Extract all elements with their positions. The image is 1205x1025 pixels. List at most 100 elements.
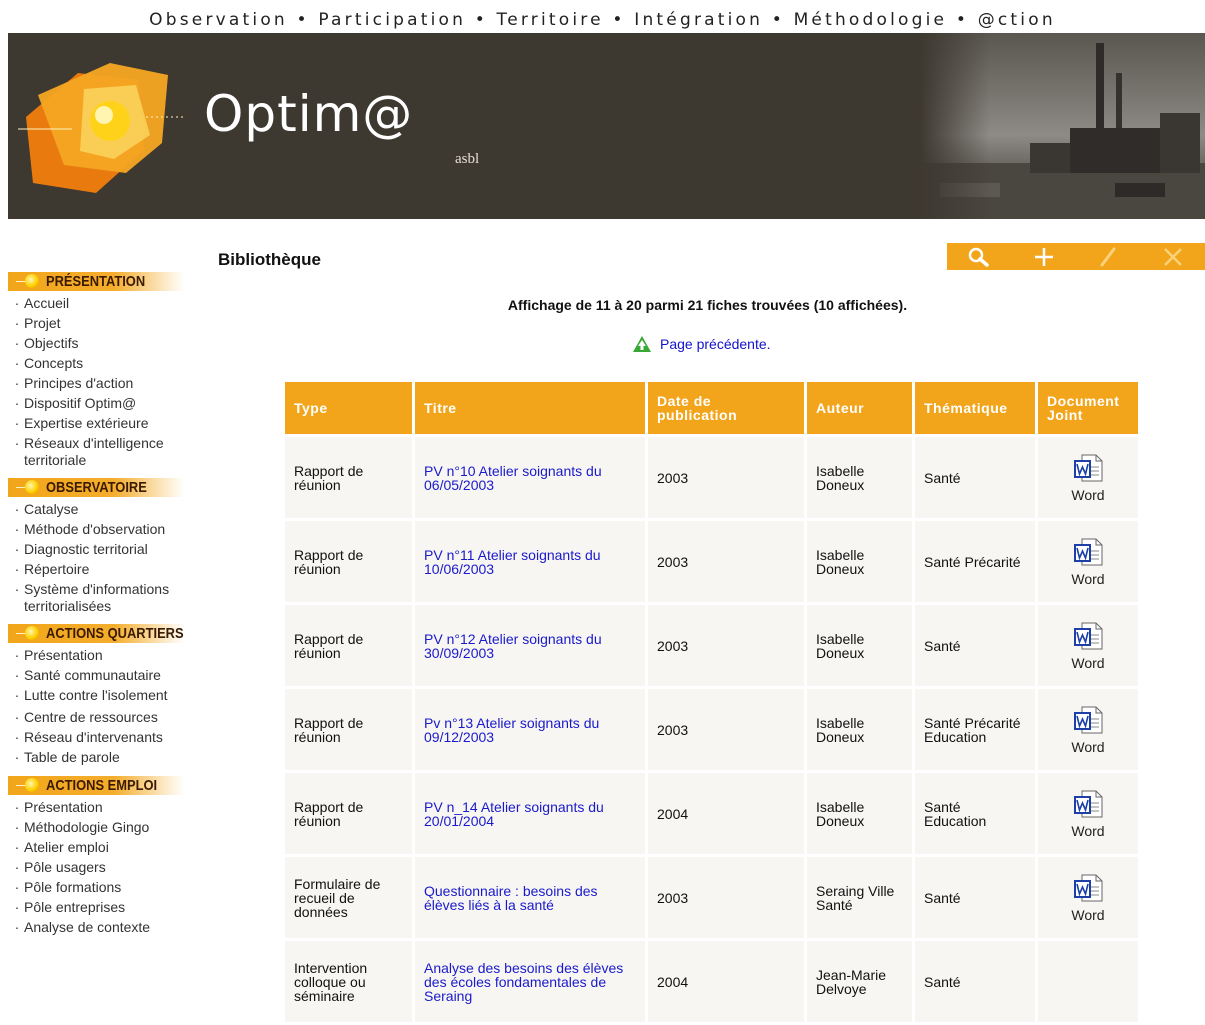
document-type-label[interactable]: Word: [1071, 572, 1104, 586]
cell-author: Isabelle Doneux: [807, 521, 912, 602]
cell-date: 2003: [648, 521, 804, 602]
sidebar-item[interactable]: ·Objectifs: [8, 333, 208, 353]
word-document-link[interactable]: Word: [1047, 454, 1129, 502]
sidebar-item-label[interactable]: Réseau d'intervenants: [24, 729, 163, 745]
bullet: ·: [10, 707, 24, 727]
cell-title-link[interactable]: Analyse des besoins des élèves des école…: [415, 941, 645, 1022]
column-header-theme[interactable]: Thématique: [915, 382, 1035, 434]
sidebar-item[interactable]: ·Réseau d'intervenants: [8, 727, 208, 747]
column-header-author[interactable]: Auteur: [807, 382, 912, 434]
sidebar-item-label[interactable]: Répertoire: [24, 561, 89, 577]
sidebar-item[interactable]: ·Présentation: [8, 645, 208, 665]
sidebar-item-label[interactable]: Expertise extérieure: [24, 415, 149, 431]
sidebar-item-label[interactable]: Méthodologie Gingo: [24, 819, 149, 835]
sidebar-item[interactable]: ·Méthode d'observation: [8, 519, 208, 539]
word-document-link[interactable]: Word: [1047, 706, 1129, 754]
sidebar-item[interactable]: ·Pôle usagers: [8, 857, 208, 877]
sidebar-item[interactable]: ·Expertise extérieure: [8, 413, 208, 433]
sidebar-menu: ·Présentation·Méthodologie Gingo·Atelier…: [8, 797, 208, 937]
sidebar-item-label[interactable]: Catalyse: [24, 501, 78, 517]
sidebar-item[interactable]: ·Centre de ressources: [8, 707, 208, 727]
sidebar-item-label[interactable]: Lutte contre l'isolement: [24, 687, 168, 703]
sidebar-item[interactable]: ·Réseaux d'intelligence territoriale: [8, 433, 208, 469]
sidebar-item-label[interactable]: Analyse de contexte: [24, 919, 150, 935]
nav-link-m-thodologie[interactable]: Méthodologie: [794, 10, 948, 30]
sidebar-item-label[interactable]: Présentation: [24, 799, 103, 815]
sidebar-item[interactable]: ·Principes d'action: [8, 373, 208, 393]
sidebar-item[interactable]: ·Accueil: [8, 293, 208, 313]
document-type-label[interactable]: Word: [1071, 488, 1104, 502]
nav-link-observation[interactable]: Observation: [149, 10, 288, 30]
sidebar-item-label[interactable]: Objectifs: [24, 335, 78, 351]
column-header-document[interactable]: Document Joint: [1038, 382, 1138, 434]
sidebar-item[interactable]: ·Projet: [8, 313, 208, 333]
word-document-icon: [1073, 538, 1103, 570]
nav-link-participation[interactable]: Participation: [318, 10, 466, 30]
delete-button[interactable]: [1141, 243, 1205, 270]
sidebar-item[interactable]: ·Système d'informations territorialisées: [8, 579, 208, 615]
sidebar-item[interactable]: ·Pôle entreprises: [8, 897, 208, 917]
sidebar-item[interactable]: ·Méthodologie Gingo: [8, 817, 208, 837]
search-button[interactable]: [947, 243, 1012, 270]
sidebar-item-label[interactable]: Système d'informations territorialisées: [24, 581, 169, 614]
sidebar-item[interactable]: ·Santé communautaire: [8, 665, 208, 685]
sidebar-item-label[interactable]: Centre de ressources: [24, 709, 158, 725]
sidebar-item-label[interactable]: Accueil: [24, 295, 69, 311]
bullet: ·: [10, 413, 24, 433]
cell-title-link[interactable]: Pv n°13 Atelier soignants du 09/12/2003: [415, 689, 645, 770]
sidebar-item-label[interactable]: Atelier emploi: [24, 839, 109, 855]
cell-title-link[interactable]: PV n°12 Atelier soignants du 30/09/2003: [415, 605, 645, 686]
cell-author: Isabelle Doneux: [807, 773, 912, 854]
cell-theme: Santé Education: [915, 773, 1035, 854]
column-header-date[interactable]: Date de publication: [648, 382, 804, 434]
sidebar-item[interactable]: ·Répertoire: [8, 559, 208, 579]
add-button[interactable]: [1012, 243, 1077, 270]
sidebar-item-label[interactable]: Concepts: [24, 355, 83, 371]
word-document-link[interactable]: Word: [1047, 538, 1129, 586]
sidebar-item-label[interactable]: Présentation: [24, 647, 103, 663]
column-header-title[interactable]: Titre: [415, 382, 645, 434]
top-navigation: Observation • Participation • Territoire…: [0, 10, 1205, 30]
sidebar-item[interactable]: ·Atelier emploi: [8, 837, 208, 857]
sidebar-item[interactable]: ·Analyse de contexte: [8, 917, 208, 937]
sidebar-item-label[interactable]: Projet: [24, 315, 61, 331]
word-document-link[interactable]: Word: [1047, 622, 1129, 670]
column-header-type[interactable]: Type: [285, 382, 412, 434]
document-type-label[interactable]: Word: [1071, 740, 1104, 754]
edit-button[interactable]: [1076, 243, 1141, 270]
sidebar-item-label[interactable]: Principes d'action: [24, 375, 133, 391]
cell-title-link[interactable]: PV n°10 Atelier soignants du 06/05/2003: [415, 437, 645, 518]
sidebar-menu: ·Accueil·Projet·Objectifs·Concepts·Princ…: [8, 293, 208, 469]
sidebar-item[interactable]: ·Diagnostic territorial: [8, 539, 208, 559]
word-document-link[interactable]: Word: [1047, 874, 1129, 922]
document-type-label[interactable]: Word: [1071, 908, 1104, 922]
nav-link-int-gration[interactable]: Intégration: [634, 10, 763, 30]
sidebar-item[interactable]: ·Pôle formations: [8, 877, 208, 897]
sidebar-item-label[interactable]: Pôle formations: [24, 879, 121, 895]
previous-page-control[interactable]: Page précédente.: [632, 335, 771, 353]
sidebar-item[interactable]: ·Table de parole: [8, 747, 208, 767]
document-type-label[interactable]: Word: [1071, 824, 1104, 838]
sidebar-item-label[interactable]: Dispositif Optim@: [24, 395, 136, 411]
word-document-link[interactable]: Word: [1047, 790, 1129, 838]
pencil-icon: [1097, 246, 1119, 268]
sidebar-item[interactable]: ·Concepts: [8, 353, 208, 373]
sidebar-item-label[interactable]: Table de parole: [24, 749, 120, 765]
nav-link--ction[interactable]: @ction: [978, 10, 1056, 30]
sidebar-item[interactable]: ·Dispositif Optim@: [8, 393, 208, 413]
sidebar-item[interactable]: ·Lutte contre l'isolement: [8, 685, 208, 704]
cell-title-link[interactable]: PV n_14 Atelier soignants du 20/01/2004: [415, 773, 645, 854]
previous-page-link[interactable]: Page précédente.: [660, 336, 771, 352]
sidebar-item-label[interactable]: Diagnostic territorial: [24, 541, 148, 557]
document-type-label[interactable]: Word: [1071, 656, 1104, 670]
nav-link-territoire[interactable]: Territoire: [497, 10, 604, 30]
sidebar-item-label[interactable]: Pôle entreprises: [24, 899, 125, 915]
sidebar-item-label[interactable]: Santé communautaire: [24, 667, 161, 683]
sidebar-item-label[interactable]: Réseaux d'intelligence territoriale: [24, 435, 164, 468]
cell-title-link[interactable]: Questionnaire : besoins des élèves liés …: [415, 857, 645, 938]
sidebar-item-label[interactable]: Méthode d'observation: [24, 521, 165, 537]
sidebar-item[interactable]: ·Catalyse: [8, 499, 208, 519]
sidebar-item-label[interactable]: Pôle usagers: [24, 859, 106, 875]
sidebar-item[interactable]: ·Présentation: [8, 797, 208, 817]
cell-title-link[interactable]: PV n°11 Atelier soignants du 10/06/2003: [415, 521, 645, 602]
